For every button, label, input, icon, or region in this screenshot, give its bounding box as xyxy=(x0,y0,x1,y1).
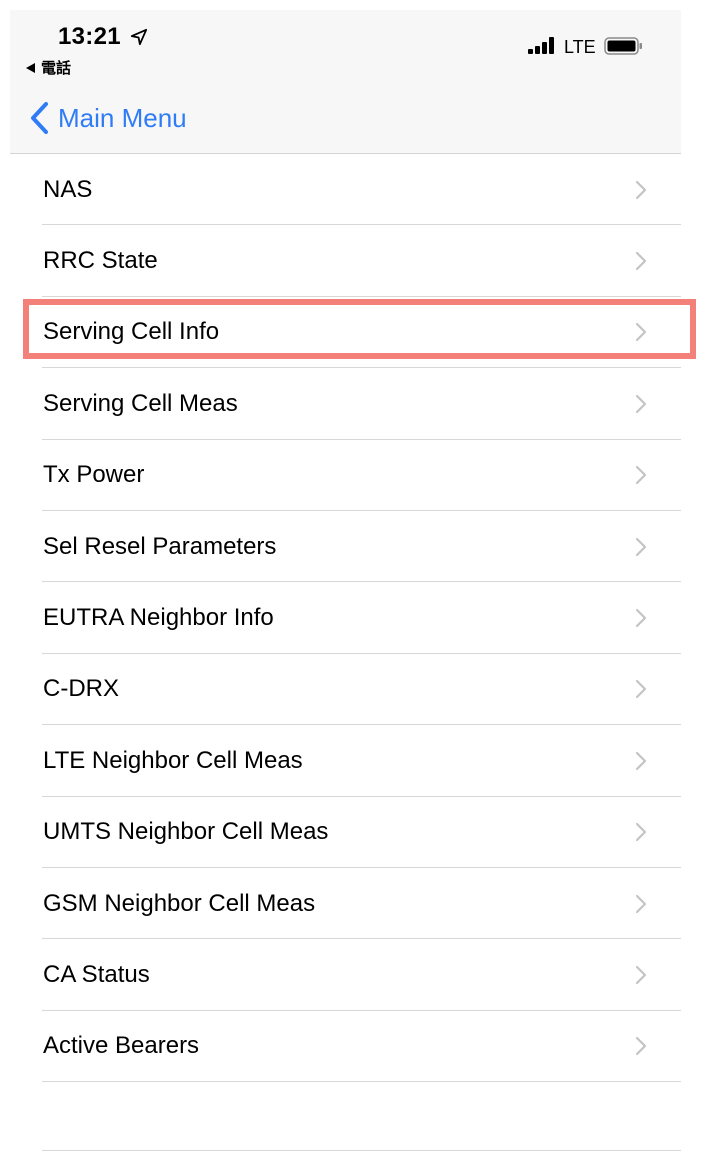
back-to-app-label: 電話 xyxy=(41,60,72,77)
bottom-separator xyxy=(42,1150,681,1151)
chevron-right-icon xyxy=(635,751,647,770)
list-item-label: LTE Neighbor Cell Meas xyxy=(43,746,303,774)
back-to-app-button[interactable]: 電話 xyxy=(26,57,71,78)
list-item-label: Serving Cell Meas xyxy=(43,389,238,417)
list-item[interactable]: GSM Neighbor Cell Meas xyxy=(10,868,681,940)
list-item[interactable]: C-DRX xyxy=(10,654,681,726)
list-item-label: NAS xyxy=(43,175,93,203)
chevron-right-icon xyxy=(635,466,647,485)
list-item-label: CA Status xyxy=(43,960,150,988)
nav-header: 13:21 電話 LTE Main Menu xyxy=(10,10,681,154)
list-item[interactable]: NAS xyxy=(10,154,681,226)
battery-icon xyxy=(604,37,642,55)
chevron-right-icon xyxy=(635,180,647,199)
list-item[interactable]: Serving Cell Meas xyxy=(10,368,681,440)
chevron-right-icon xyxy=(635,251,647,271)
list-item-label: Sel Resel Parameters xyxy=(43,532,277,560)
back-triangle-icon xyxy=(26,62,35,73)
signal-bars-icon xyxy=(528,37,558,54)
chevron-right-icon xyxy=(635,1037,647,1056)
list-item-label: Serving Cell Info xyxy=(43,318,220,346)
back-button-label: Main Menu xyxy=(58,102,187,133)
list-item-label: EUTRA Neighbor Info xyxy=(43,604,274,632)
list-item[interactable]: Serving Cell Info xyxy=(10,297,681,369)
list-item[interactable]: RRC State xyxy=(10,225,681,297)
list-item[interactable]: EUTRA Neighbor Info xyxy=(10,582,681,654)
list-item-label: RRC State xyxy=(43,247,158,275)
list-item-label: Tx Power xyxy=(43,461,145,489)
list-item[interactable]: Active Bearers xyxy=(10,1011,681,1083)
chevron-left-icon xyxy=(31,102,48,134)
back-button[interactable]: Main Menu xyxy=(28,98,187,138)
list-item-label: Active Bearers xyxy=(43,1032,200,1060)
chevron-right-icon xyxy=(635,608,647,628)
chevron-right-icon xyxy=(635,894,647,913)
list-item-label: GSM Neighbor Cell Meas xyxy=(43,889,316,917)
network-type: LTE xyxy=(564,37,596,57)
chevron-right-icon xyxy=(635,965,647,985)
list-item[interactable]: UMTS Neighbor Cell Meas xyxy=(10,797,681,868)
chevron-right-icon xyxy=(635,680,647,699)
list-item[interactable]: Tx Power xyxy=(10,440,681,511)
screen: 13:21 電話 LTE Main Menu NAS RRC State Ser… xyxy=(10,10,681,1168)
chevron-right-icon xyxy=(635,823,647,842)
chevron-right-icon xyxy=(635,537,647,556)
list-item[interactable]: CA Status xyxy=(10,939,681,1011)
chevron-right-icon xyxy=(635,394,647,413)
menu-list: NAS RRC State Serving Cell Info Serving … xyxy=(10,154,681,1083)
list-item-label: C-DRX xyxy=(43,675,119,703)
status-time: 13:21 xyxy=(58,23,121,50)
list-item[interactable]: Sel Resel Parameters xyxy=(10,511,681,583)
list-item-label: UMTS Neighbor Cell Meas xyxy=(43,818,329,846)
list-item[interactable]: LTE Neighbor Cell Meas xyxy=(10,725,681,797)
location-arrow-icon xyxy=(130,28,148,46)
chevron-right-icon xyxy=(635,323,647,342)
separator xyxy=(42,1081,681,1083)
